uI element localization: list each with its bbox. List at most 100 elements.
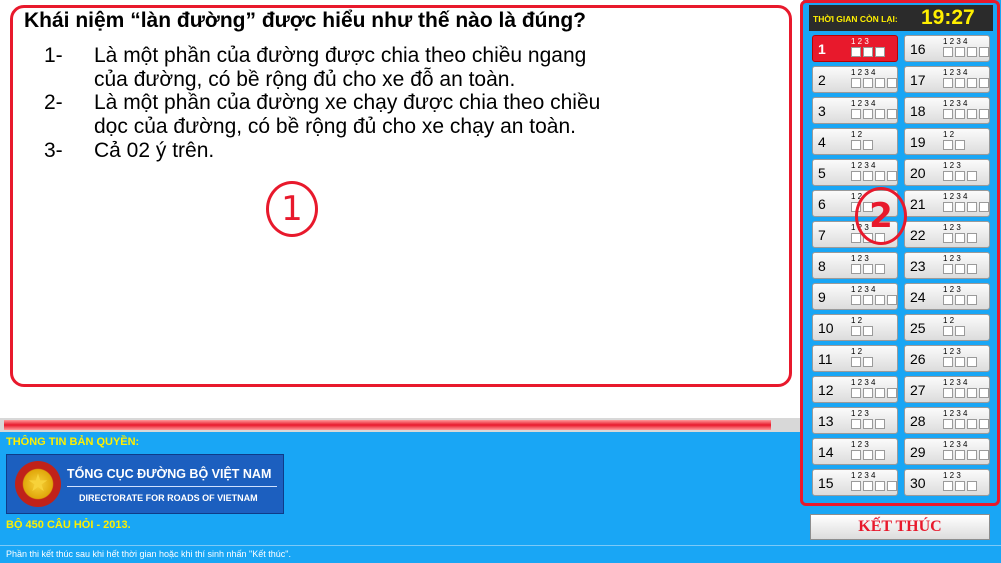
answer-checkbox[interactable] (979, 450, 989, 460)
answer-checkbox[interactable] (955, 264, 965, 274)
answer-checkbox[interactable] (863, 481, 873, 491)
question-button-3[interactable]: 3 1 2 3 4 (812, 97, 898, 124)
question-button-28[interactable]: 28 1 2 3 4 (904, 407, 990, 434)
answer-checkbox[interactable] (967, 78, 977, 88)
answer-checkbox[interactable] (967, 357, 977, 367)
answer-checkbox[interactable] (967, 295, 977, 305)
question-button-21[interactable]: 21 1 2 3 4 (904, 190, 990, 217)
answer-checkbox[interactable] (887, 295, 897, 305)
answer-checkbox[interactable] (851, 47, 861, 57)
answer-checkbox[interactable] (967, 419, 977, 429)
answer-checkbox[interactable] (967, 47, 977, 57)
answer-checkbox[interactable] (967, 481, 977, 491)
answer-checkbox[interactable] (851, 450, 861, 460)
answer-checkbox[interactable] (887, 388, 897, 398)
answer-checkbox[interactable] (863, 419, 873, 429)
question-button-25[interactable]: 25 1 2 (904, 314, 990, 341)
answer-checkbox[interactable] (979, 419, 989, 429)
answer-checkbox[interactable] (887, 171, 897, 181)
answer-checkbox[interactable] (967, 388, 977, 398)
answer-checkbox[interactable] (943, 450, 953, 460)
answer-checkbox[interactable] (955, 109, 965, 119)
answer-checkbox[interactable] (955, 450, 965, 460)
answer-checkbox[interactable] (979, 47, 989, 57)
answer-checkbox[interactable] (943, 202, 953, 212)
answer-checkbox[interactable] (955, 47, 965, 57)
question-button-15[interactable]: 15 1 2 3 4 (812, 469, 898, 496)
answer-checkbox[interactable] (887, 78, 897, 88)
answer-checkbox[interactable] (967, 264, 977, 274)
answer-checkbox[interactable] (955, 481, 965, 491)
answer-checkbox[interactable] (851, 357, 861, 367)
question-button-10[interactable]: 10 1 2 (812, 314, 898, 341)
answer-checkbox[interactable] (955, 295, 965, 305)
answer-checkbox[interactable] (943, 326, 953, 336)
question-button-30[interactable]: 30 1 2 3 (904, 469, 990, 496)
answer-checkbox[interactable] (875, 47, 885, 57)
answer-checkbox[interactable] (863, 388, 873, 398)
answer-checkbox[interactable] (875, 109, 885, 119)
answer-checkbox[interactable] (967, 450, 977, 460)
answer-checkbox[interactable] (955, 171, 965, 181)
question-button-23[interactable]: 23 1 2 3 (904, 252, 990, 279)
answer-checkbox[interactable] (943, 295, 953, 305)
answer-checkbox[interactable] (943, 481, 953, 491)
answer-checkbox[interactable] (875, 481, 885, 491)
answer-checkbox[interactable] (851, 109, 861, 119)
answer-checkbox[interactable] (851, 171, 861, 181)
question-button-1[interactable]: 1 1 2 3 (812, 35, 898, 62)
answer-checkbox[interactable] (955, 202, 965, 212)
question-button-22[interactable]: 22 1 2 3 (904, 221, 990, 248)
question-button-29[interactable]: 29 1 2 3 4 (904, 438, 990, 465)
answer-checkbox[interactable] (851, 233, 861, 243)
answer-checkbox[interactable] (851, 78, 861, 88)
answer-checkbox[interactable] (943, 47, 953, 57)
question-button-27[interactable]: 27 1 2 3 4 (904, 376, 990, 403)
answer-checkbox[interactable] (863, 264, 873, 274)
answer-checkbox[interactable] (887, 481, 897, 491)
question-button-17[interactable]: 17 1 2 3 4 (904, 66, 990, 93)
answer-checkbox[interactable] (863, 78, 873, 88)
answer-checkbox[interactable] (955, 233, 965, 243)
question-button-19[interactable]: 19 1 2 (904, 128, 990, 155)
answer-checkbox[interactable] (955, 326, 965, 336)
answer-checkbox[interactable] (851, 140, 861, 150)
answer-checkbox[interactable] (955, 419, 965, 429)
answer-checkbox[interactable] (943, 419, 953, 429)
answer-checkbox[interactable] (967, 202, 977, 212)
answer-checkbox[interactable] (863, 140, 873, 150)
answer-checkbox[interactable] (863, 109, 873, 119)
finish-button[interactable]: KẾT THÚC (810, 514, 990, 540)
answer-checkbox[interactable] (943, 109, 953, 119)
answer-checkbox[interactable] (943, 388, 953, 398)
answer-checkbox[interactable] (875, 450, 885, 460)
answer-checkbox[interactable] (863, 47, 873, 57)
answer-checkbox[interactable] (943, 171, 953, 181)
answer-checkbox[interactable] (875, 264, 885, 274)
answer-checkbox[interactable] (851, 326, 861, 336)
answer-checkbox[interactable] (979, 202, 989, 212)
answer-checkbox[interactable] (967, 109, 977, 119)
answer-checkbox[interactable] (955, 140, 965, 150)
answer-checkbox[interactable] (943, 78, 953, 88)
answer-checkbox[interactable] (851, 481, 861, 491)
question-button-2[interactable]: 2 1 2 3 4 (812, 66, 898, 93)
answer-checkbox[interactable] (979, 388, 989, 398)
answer-checkbox[interactable] (875, 388, 885, 398)
question-button-14[interactable]: 14 1 2 3 (812, 438, 898, 465)
answer-checkbox[interactable] (979, 109, 989, 119)
answer-checkbox[interactable] (863, 450, 873, 460)
question-button-20[interactable]: 20 1 2 3 (904, 159, 990, 186)
question-button-5[interactable]: 5 1 2 3 4 (812, 159, 898, 186)
question-button-4[interactable]: 4 1 2 (812, 128, 898, 155)
answer-checkbox[interactable] (875, 78, 885, 88)
question-button-9[interactable]: 9 1 2 3 4 (812, 283, 898, 310)
answer-checkbox[interactable] (851, 388, 861, 398)
answer-checkbox[interactable] (943, 140, 953, 150)
question-button-24[interactable]: 24 1 2 3 (904, 283, 990, 310)
answer-checkbox[interactable] (887, 109, 897, 119)
question-button-16[interactable]: 16 1 2 3 4 (904, 35, 990, 62)
answer-checkbox[interactable] (943, 233, 953, 243)
answer-checkbox[interactable] (955, 357, 965, 367)
answer-checkbox[interactable] (955, 78, 965, 88)
